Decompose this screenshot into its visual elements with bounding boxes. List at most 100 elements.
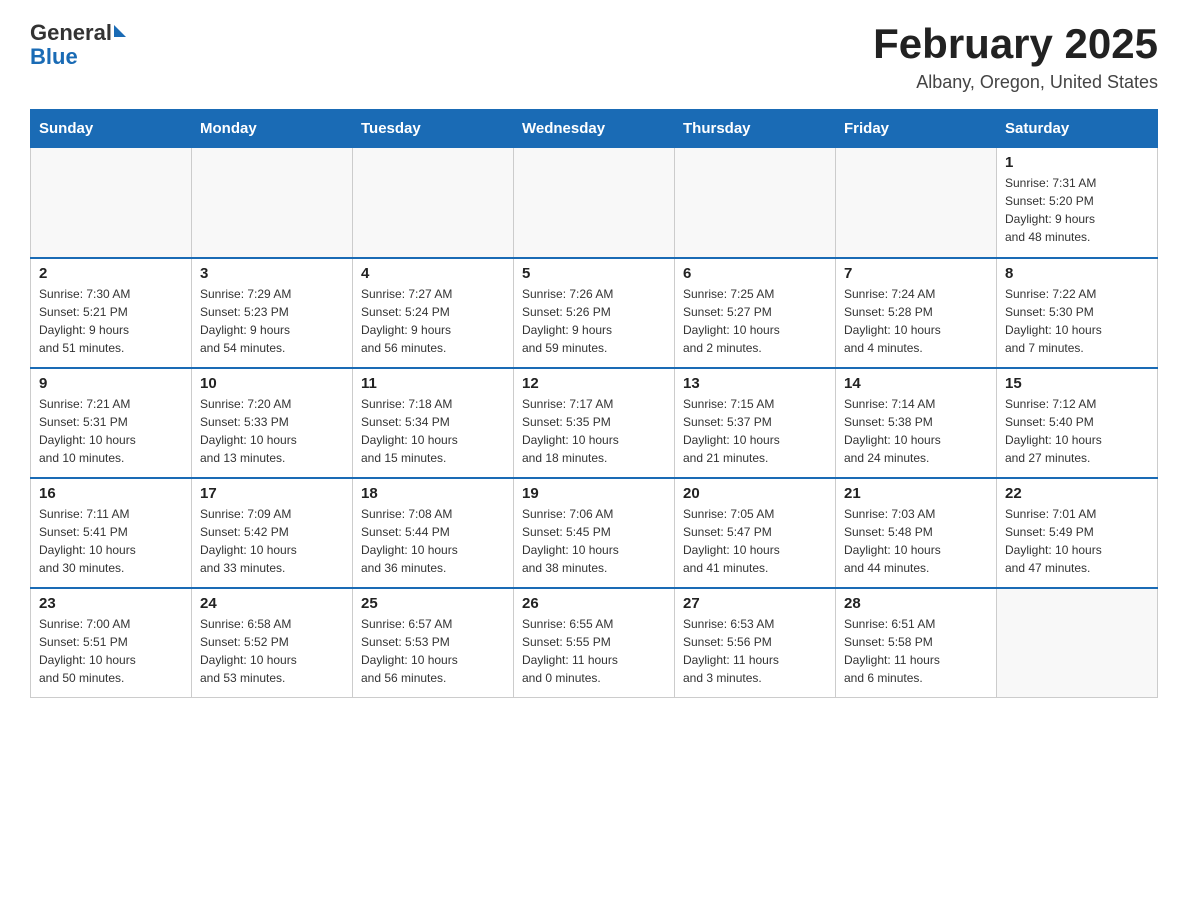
header-cell-thursday: Thursday — [675, 110, 836, 148]
day-number: 19 — [522, 485, 666, 502]
calendar-cell: 21 Sunrise: 7:03 AMSunset: 5:48 PMDayligh… — [836, 478, 997, 588]
day-number: 21 — [844, 485, 988, 502]
calendar-cell: 14Sunrise: 7:14 AMSunset: 5:38 PMDayligh… — [836, 368, 997, 478]
day-info: Sunrise: 7:08 AMSunset: 5:44 PMDaylight:… — [361, 505, 505, 577]
day-info: Sunrise: 7:17 AMSunset: 5:35 PMDaylight:… — [522, 395, 666, 467]
day-number: 24 — [200, 595, 344, 612]
day-info: Sunrise: 7:20 AMSunset: 5:33 PMDaylight:… — [200, 395, 344, 467]
calendar-cell: 26 Sunrise: 6:55 AMSunset: 5:55 PMDayligh… — [514, 588, 675, 698]
day-info: Sunrise: 6:53 AMSunset: 5:56 PMDaylight:… — [683, 615, 827, 687]
day-info: Sunrise: 7:06 AMSunset: 5:45 PMDaylight:… — [522, 505, 666, 577]
day-number: 6 — [683, 265, 827, 282]
logo-general: General — [30, 20, 126, 46]
calendar-cell: 22 Sunrise: 7:01 AMSunset: 5:49 PMDayligh… — [997, 478, 1158, 588]
day-info: Sunrise: 7:14 AMSunset: 5:38 PMDaylight:… — [844, 395, 988, 467]
day-info: Sunrise: 7:01 AMSunset: 5:49 PMDaylight:… — [1005, 505, 1149, 577]
calendar-week-row: 16Sunrise: 7:11 AMSunset: 5:41 PMDayligh… — [31, 478, 1158, 588]
day-number: 5 — [522, 265, 666, 282]
calendar-cell — [192, 148, 353, 258]
calendar-table: SundayMondayTuesdayWednesdayThursdayFrid… — [30, 109, 1158, 698]
calendar-cell: 11 Sunrise: 7:18 AMSunset: 5:34 PMDayligh… — [353, 368, 514, 478]
calendar-cell: 12Sunrise: 7:17 AMSunset: 5:35 PMDayligh… — [514, 368, 675, 478]
calendar-cell: 3Sunrise: 7:29 AMSunset: 5:23 PMDaylight… — [192, 258, 353, 368]
day-info: Sunrise: 7:22 AMSunset: 5:30 PMDaylight:… — [1005, 285, 1149, 357]
title-section: February 2025 Albany, Oregon, United Sta… — [873, 20, 1158, 93]
day-number: 28 — [844, 595, 988, 612]
calendar-cell: 5 Sunrise: 7:26 AMSunset: 5:26 PMDaylight… — [514, 258, 675, 368]
day-info: Sunrise: 7:26 AMSunset: 5:26 PMDaylight:… — [522, 285, 666, 357]
logo: General Blue — [30, 20, 126, 70]
day-number: 8 — [1005, 265, 1149, 282]
header-cell-monday: Monday — [192, 110, 353, 148]
day-number: 10 — [200, 375, 344, 392]
day-info: Sunrise: 7:29 AMSunset: 5:23 PMDaylight:… — [200, 285, 344, 357]
day-number: 9 — [39, 375, 183, 392]
calendar-subtitle: Albany, Oregon, United States — [873, 72, 1158, 93]
calendar-cell: 2 Sunrise: 7:30 AMSunset: 5:21 PMDaylight… — [31, 258, 192, 368]
day-info: Sunrise: 7:31 AMSunset: 5:20 PMDaylight:… — [1005, 174, 1149, 246]
day-number: 18 — [361, 485, 505, 502]
calendar-cell: 16Sunrise: 7:11 AMSunset: 5:41 PMDayligh… — [31, 478, 192, 588]
day-info: Sunrise: 7:21 AMSunset: 5:31 PMDaylight:… — [39, 395, 183, 467]
calendar-cell: 13 Sunrise: 7:15 AMSunset: 5:37 PMDayligh… — [675, 368, 836, 478]
header-cell-friday: Friday — [836, 110, 997, 148]
day-number: 16 — [39, 485, 183, 502]
calendar-header: SundayMondayTuesdayWednesdayThursdayFrid… — [31, 110, 1158, 148]
header-row: SundayMondayTuesdayWednesdayThursdayFrid… — [31, 110, 1158, 148]
day-number: 4 — [361, 265, 505, 282]
calendar-cell: 10 Sunrise: 7:20 AMSunset: 5:33 PMDayligh… — [192, 368, 353, 478]
day-number: 7 — [844, 265, 988, 282]
day-info: Sunrise: 7:18 AMSunset: 5:34 PMDaylight:… — [361, 395, 505, 467]
calendar-title: February 2025 — [873, 20, 1158, 68]
calendar-cell: 9 Sunrise: 7:21 AMSunset: 5:31 PMDaylight… — [31, 368, 192, 478]
calendar-cell: 1 Sunrise: 7:31 AMSunset: 5:20 PMDaylight… — [997, 148, 1158, 258]
logo-arrow-icon — [114, 25, 126, 37]
calendar-cell: 15 Sunrise: 7:12 AMSunset: 5:40 PMDayligh… — [997, 368, 1158, 478]
day-info: Sunrise: 7:05 AMSunset: 5:47 PMDaylight:… — [683, 505, 827, 577]
day-number: 25 — [361, 595, 505, 612]
calendar-body: 1 Sunrise: 7:31 AMSunset: 5:20 PMDaylight… — [31, 148, 1158, 698]
day-number: 1 — [1005, 154, 1149, 171]
calendar-cell — [997, 588, 1158, 698]
calendar-week-row: 9 Sunrise: 7:21 AMSunset: 5:31 PMDaylight… — [31, 368, 1158, 478]
day-info: Sunrise: 7:12 AMSunset: 5:40 PMDaylight:… — [1005, 395, 1149, 467]
calendar-cell: 4 Sunrise: 7:27 AMSunset: 5:24 PMDaylight… — [353, 258, 514, 368]
day-info: Sunrise: 7:27 AMSunset: 5:24 PMDaylight:… — [361, 285, 505, 357]
day-number: 27 — [683, 595, 827, 612]
calendar-cell — [675, 148, 836, 258]
logo-general-text: General — [30, 20, 112, 46]
header-cell-wednesday: Wednesday — [514, 110, 675, 148]
day-info: Sunrise: 6:55 AMSunset: 5:55 PMDaylight:… — [522, 615, 666, 687]
day-number: 22 — [1005, 485, 1149, 502]
day-number: 20 — [683, 485, 827, 502]
day-info: Sunrise: 6:57 AMSunset: 5:53 PMDaylight:… — [361, 615, 505, 687]
calendar-cell: 20 Sunrise: 7:05 AMSunset: 5:47 PMDayligh… — [675, 478, 836, 588]
day-number: 15 — [1005, 375, 1149, 392]
day-info: Sunrise: 7:03 AMSunset: 5:48 PMDaylight:… — [844, 505, 988, 577]
calendar-cell — [353, 148, 514, 258]
calendar-cell: 18 Sunrise: 7:08 AMSunset: 5:44 PMDayligh… — [353, 478, 514, 588]
day-info: Sunrise: 7:00 AMSunset: 5:51 PMDaylight:… — [39, 615, 183, 687]
day-number: 17 — [200, 485, 344, 502]
day-info: Sunrise: 6:58 AMSunset: 5:52 PMDaylight:… — [200, 615, 344, 687]
calendar-cell: 27 Sunrise: 6:53 AMSunset: 5:56 PMDayligh… — [675, 588, 836, 698]
day-number: 11 — [361, 375, 505, 392]
day-info: Sunrise: 7:25 AMSunset: 5:27 PMDaylight:… — [683, 285, 827, 357]
calendar-cell: 7Sunrise: 7:24 AMSunset: 5:28 PMDaylight… — [836, 258, 997, 368]
day-number: 26 — [522, 595, 666, 612]
day-number: 13 — [683, 375, 827, 392]
calendar-cell: 24 Sunrise: 6:58 AMSunset: 5:52 PMDayligh… — [192, 588, 353, 698]
calendar-cell: 8 Sunrise: 7:22 AMSunset: 5:30 PMDaylight… — [997, 258, 1158, 368]
page-header: General Blue February 2025 Albany, Orego… — [30, 20, 1158, 93]
calendar-cell: 19 Sunrise: 7:06 AMSunset: 5:45 PMDayligh… — [514, 478, 675, 588]
calendar-cell: 17 Sunrise: 7:09 AMSunset: 5:42 PMDayligh… — [192, 478, 353, 588]
header-cell-tuesday: Tuesday — [353, 110, 514, 148]
day-info: Sunrise: 7:09 AMSunset: 5:42 PMDaylight:… — [200, 505, 344, 577]
calendar-cell: 23Sunrise: 7:00 AMSunset: 5:51 PMDayligh… — [31, 588, 192, 698]
day-number: 2 — [39, 265, 183, 282]
logo-blue-text: Blue — [30, 44, 78, 70]
calendar-week-row: 1 Sunrise: 7:31 AMSunset: 5:20 PMDaylight… — [31, 148, 1158, 258]
day-info: Sunrise: 7:30 AMSunset: 5:21 PMDaylight:… — [39, 285, 183, 357]
header-cell-sunday: Sunday — [31, 110, 192, 148]
day-info: Sunrise: 7:15 AMSunset: 5:37 PMDaylight:… — [683, 395, 827, 467]
